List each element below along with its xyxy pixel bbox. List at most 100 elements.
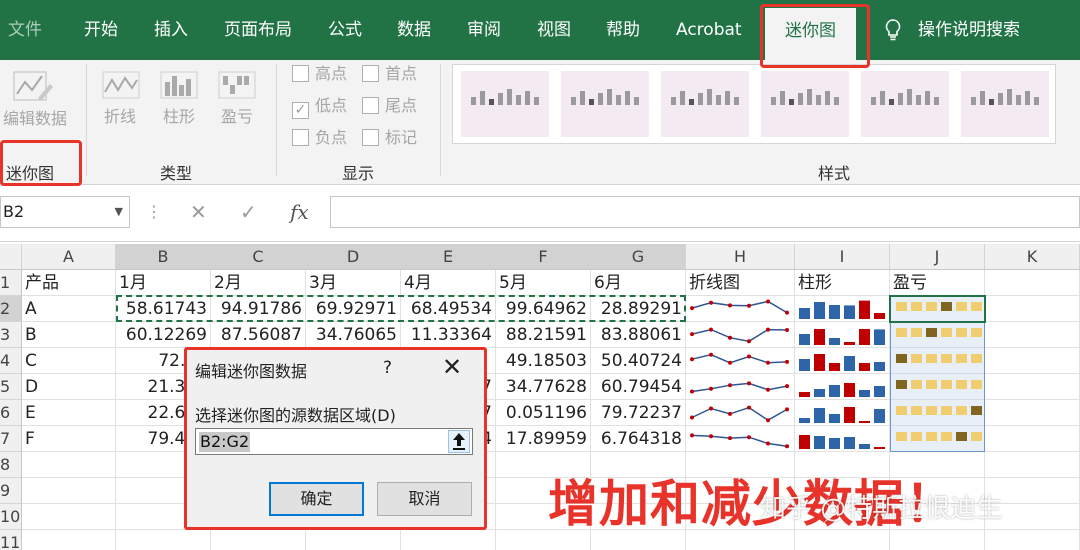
value-cell[interactable]: 94.91786: [211, 296, 306, 322]
style-option[interactable]: [561, 71, 649, 137]
help-icon[interactable]: ?: [383, 358, 392, 378]
column-header[interactable]: J: [890, 244, 985, 270]
value-cell[interactable]: 58.61743: [116, 296, 211, 322]
row-header[interactable]: 7: [0, 426, 22, 452]
column-header[interactable]: H: [686, 244, 795, 270]
formula-input[interactable]: [330, 196, 1080, 228]
name-box[interactable]: B2 ▼: [0, 196, 130, 228]
value-cell[interactable]: 17.89959: [496, 426, 591, 452]
column-header[interactable]: E: [401, 244, 496, 270]
tab-insert[interactable]: 插入: [154, 0, 188, 60]
sparkline-cell[interactable]: [985, 400, 1080, 426]
sparkline-cell[interactable]: [985, 374, 1080, 400]
product-cell[interactable]: D: [22, 374, 116, 400]
source-range-input[interactable]: B2:G2: [195, 428, 473, 455]
style-option[interactable]: [861, 71, 949, 137]
close-icon[interactable]: ✕: [442, 353, 462, 381]
markers-checkbox[interactable]: 标记: [362, 128, 417, 148]
row-header[interactable]: 2: [0, 296, 22, 322]
column-header[interactable]: B: [116, 244, 211, 270]
row-header[interactable]: 8: [0, 452, 22, 478]
header-cell[interactable]: 折线图: [686, 270, 795, 296]
column-header[interactable]: F: [496, 244, 591, 270]
value-cell[interactable]: 69.92971: [306, 296, 401, 322]
tab-home[interactable]: 开始: [84, 0, 118, 60]
line-sparklines[interactable]: [686, 296, 795, 452]
tab-formulas[interactable]: 公式: [328, 0, 362, 60]
select-all-corner[interactable]: [0, 244, 22, 270]
style-option[interactable]: [461, 71, 549, 137]
edit-data-button[interactable]: 编辑数据: [0, 108, 70, 130]
empty-cell[interactable]: [22, 452, 116, 478]
row-header[interactable]: 3: [0, 322, 22, 348]
column-header[interactable]: G: [591, 244, 686, 270]
high-point-checkbox[interactable]: 高点: [292, 64, 347, 84]
tab-file[interactable]: 文件: [8, 0, 42, 60]
product-cell[interactable]: B: [22, 322, 116, 348]
tab-help[interactable]: 帮助: [606, 0, 640, 60]
last-point-checkbox[interactable]: 尾点: [362, 96, 417, 116]
value-cell[interactable]: 99.64962: [496, 296, 591, 322]
row-header[interactable]: 9: [0, 478, 22, 504]
negative-point-checkbox[interactable]: 负点: [292, 128, 347, 148]
column-type-button[interactable]: 柱形: [156, 106, 202, 128]
empty-cell[interactable]: [401, 530, 496, 550]
value-cell[interactable]: 28.89291: [591, 296, 686, 322]
value-cell[interactable]: 49.18503: [496, 348, 591, 374]
header-cell[interactable]: 5月: [496, 270, 591, 296]
column-header[interactable]: C: [211, 244, 306, 270]
value-cell[interactable]: 50.40724: [591, 348, 686, 374]
tab-data[interactable]: 数据: [397, 0, 431, 60]
sparkline-cell[interactable]: [985, 426, 1080, 452]
tab-sparkline[interactable]: 迷你图: [765, 8, 856, 60]
product-cell[interactable]: E: [22, 400, 116, 426]
column-header[interactable]: D: [306, 244, 401, 270]
empty-cell[interactable]: [22, 504, 116, 530]
header-cell[interactable]: 产品: [22, 270, 116, 296]
header-cell[interactable]: 6月: [591, 270, 686, 296]
cancel-icon[interactable]: ✕: [190, 196, 207, 228]
empty-cell[interactable]: [116, 530, 211, 550]
line-type-button[interactable]: 折线: [103, 106, 137, 128]
empty-cell[interactable]: [985, 270, 1080, 296]
empty-cell[interactable]: [211, 530, 306, 550]
value-cell[interactable]: 6.764318: [591, 426, 686, 452]
header-cell[interactable]: 盈亏: [890, 270, 985, 296]
header-cell[interactable]: 3月: [306, 270, 401, 296]
empty-cell[interactable]: [306, 530, 401, 550]
column-header[interactable]: K: [985, 244, 1080, 270]
row-header[interactable]: 1: [0, 270, 22, 296]
value-cell[interactable]: 34.76065: [306, 322, 401, 348]
sparkline-cell[interactable]: [985, 322, 1080, 348]
tell-me-search[interactable]: 操作说明搜索: [918, 0, 1020, 60]
row-header[interactable]: 11: [0, 530, 22, 550]
chevron-down-icon[interactable]: ▼: [115, 197, 123, 227]
enter-icon[interactable]: ✓: [240, 196, 257, 228]
product-cell[interactable]: C: [22, 348, 116, 374]
empty-cell[interactable]: [22, 478, 116, 504]
tab-acrobat[interactable]: Acrobat: [676, 0, 742, 60]
value-cell[interactable]: 88.21591: [496, 322, 591, 348]
insert-function-icon[interactable]: fx: [290, 196, 309, 228]
ok-button[interactable]: 确定: [269, 482, 364, 516]
low-point-checkbox[interactable]: ✓ 低点: [292, 96, 347, 119]
tab-page-layout[interactable]: 页面布局: [224, 0, 292, 60]
empty-cell[interactable]: [985, 452, 1080, 478]
style-option[interactable]: [961, 71, 1049, 137]
product-cell[interactable]: A: [22, 296, 116, 322]
tab-review[interactable]: 审阅: [467, 0, 501, 60]
style-option[interactable]: [761, 71, 849, 137]
header-cell[interactable]: 1月: [116, 270, 211, 296]
row-header[interactable]: 5: [0, 374, 22, 400]
value-cell[interactable]: 68.49534: [401, 296, 496, 322]
sparkline-cell[interactable]: [985, 348, 1080, 374]
column-sparklines[interactable]: [795, 296, 890, 452]
style-option[interactable]: [661, 71, 749, 137]
cancel-button[interactable]: 取消: [377, 482, 472, 516]
empty-cell[interactable]: [985, 530, 1080, 550]
header-cell[interactable]: 柱形: [795, 270, 890, 296]
row-header[interactable]: 10: [0, 504, 22, 530]
column-header[interactable]: A: [22, 244, 116, 270]
winloss-type-button[interactable]: 盈亏: [214, 106, 260, 128]
first-point-checkbox[interactable]: 首点: [362, 64, 417, 84]
